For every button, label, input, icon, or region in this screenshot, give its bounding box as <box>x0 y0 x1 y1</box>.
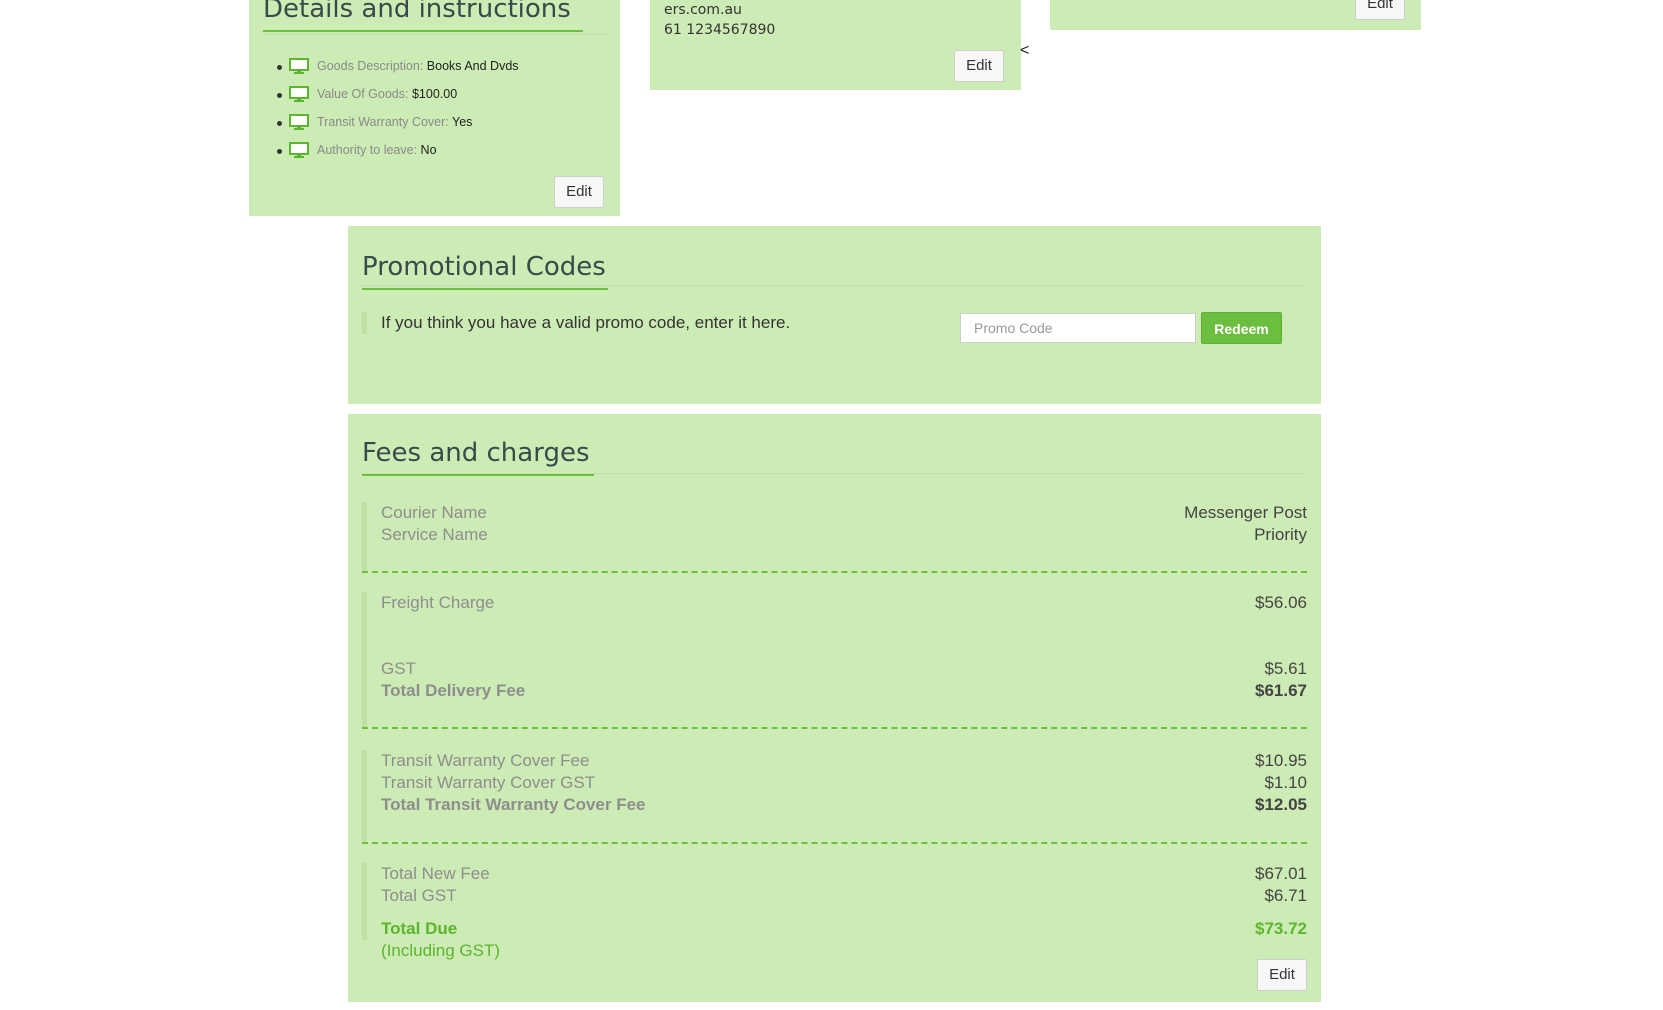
detail-value: Yes <box>452 115 473 129</box>
freight-row: Freight Charge $56.06 <box>381 592 1307 614</box>
bullet <box>277 149 282 154</box>
total-delivery-value: $61.67 <box>1255 681 1307 700</box>
right-panel: Edit <box>1050 0 1421 30</box>
total-due-label: Total Due <box>381 919 458 938</box>
warranty-gst-label: Transit Warranty Cover GST <box>381 773 596 792</box>
list-item: Transit Warranty Cover: Yes <box>277 112 519 140</box>
detail-label: Transit Warranty Cover: <box>317 115 449 129</box>
gst-row: GST $5.61 <box>381 658 1307 680</box>
address-edit-button[interactable]: Edit <box>954 50 1004 82</box>
total-due-row: Total Due $73.72 <box>381 918 1307 940</box>
list-item: Authority to leave: No <box>277 140 519 168</box>
monitor-icon <box>289 114 309 130</box>
service-value: Priority <box>1254 525 1307 544</box>
total-delivery-label: Total Delivery Fee <box>381 681 526 700</box>
fees-divider <box>362 473 1307 474</box>
total-due-value: $73.72 <box>1255 919 1307 938</box>
service-label: Service Name <box>381 525 488 544</box>
dashed-divider <box>362 727 1307 729</box>
promo-panel: Promotional Codes If you think you have … <box>348 226 1321 404</box>
list-item: Value Of Goods: $100.00 <box>277 84 519 112</box>
details-list: Goods Description: Books And Dvds Value … <box>277 56 519 168</box>
courier-group: Courier Name Messenger Post Service Name… <box>362 502 1307 572</box>
fees-title: Fees and charges <box>362 438 594 476</box>
right-edit-button[interactable]: Edit <box>1355 0 1405 20</box>
monitor-icon <box>289 58 309 74</box>
bullet <box>277 121 282 126</box>
phone-text: 61 1234567890 <box>664 22 776 38</box>
detail-label: Goods Description: <box>317 59 424 73</box>
total-new-value: $67.01 <box>1255 864 1307 883</box>
total-delivery-row: Total Delivery Fee $61.67 <box>381 680 1307 702</box>
warranty-group: Transit Warranty Cover Fee $10.95 Transi… <box>362 750 1307 843</box>
warranty-fee-row: Transit Warranty Cover Fee $10.95 <box>381 750 1307 772</box>
detail-label: Authority to leave: <box>317 143 418 157</box>
gst-label: GST <box>381 659 416 678</box>
details-edit-button[interactable]: Edit <box>554 176 604 208</box>
delivery-group: Freight Charge $56.06 GST $5.61 Total De… <box>362 592 1307 728</box>
monitor-icon <box>289 142 309 158</box>
warranty-total-label: Total Transit Warranty Cover Fee <box>381 795 646 814</box>
totals-group: Total New Fee $67.01 Total GST $6.71 Tot… <box>362 863 1307 940</box>
courier-row: Courier Name Messenger Post <box>381 502 1307 524</box>
freight-value: $56.06 <box>1255 593 1307 612</box>
promo-divider <box>362 285 1307 286</box>
total-gst-value: $6.71 <box>1264 886 1307 905</box>
bullet <box>277 65 282 70</box>
gst-value: $5.61 <box>1264 659 1307 678</box>
collapse-toggle[interactable]: < <box>1020 42 1029 60</box>
detail-value: No <box>420 143 437 157</box>
bullet <box>277 93 282 98</box>
redeem-button[interactable]: Redeem <box>1201 312 1282 344</box>
promo-code-input[interactable] <box>960 313 1196 343</box>
total-gst-label: Total GST <box>381 886 457 905</box>
detail-value: $100.00 <box>411 87 458 101</box>
details-title: Details and instructions <box>263 0 583 32</box>
total-new-row: Total New Fee $67.01 <box>381 863 1307 885</box>
details-panel: Details and instructions Goods Descripti… <box>249 0 620 216</box>
detail-value: Books And Dvds <box>426 59 519 73</box>
warranty-total-value: $12.05 <box>1255 795 1307 814</box>
total-gst-row: Total GST $6.71 <box>381 885 1307 907</box>
including-gst-note: (Including GST) <box>381 941 501 960</box>
warranty-total-row: Total Transit Warranty Cover Fee $12.05 <box>381 794 1307 816</box>
service-row: Service Name Priority <box>381 524 1307 546</box>
promo-hint: If you think you have a valid promo code… <box>362 312 790 334</box>
fees-panel: Fees and charges Courier Name Messenger … <box>348 414 1321 1002</box>
courier-value: Messenger Post <box>1184 503 1307 522</box>
freight-label: Freight Charge <box>381 593 495 612</box>
warranty-fee-label: Transit Warranty Cover Fee <box>381 751 590 770</box>
warranty-fee-value: $10.95 <box>1255 751 1307 770</box>
dashed-divider <box>362 842 1307 844</box>
list-item: Goods Description: Books And Dvds <box>277 56 519 84</box>
fees-edit-button[interactable]: Edit <box>1257 959 1307 991</box>
warranty-gst-value: $1.10 <box>1264 773 1307 792</box>
warranty-gst-row: Transit Warranty Cover GST $1.10 <box>381 772 1307 794</box>
dashed-divider <box>362 571 1307 573</box>
monitor-icon <box>289 86 309 102</box>
address-panel: ers.com.au 61 1234567890 Edit <box>650 0 1021 90</box>
detail-label: Value Of Goods: <box>317 87 409 101</box>
courier-label: Courier Name <box>381 503 487 522</box>
email-text: ers.com.au <box>664 2 742 18</box>
total-new-label: Total New Fee <box>381 864 490 883</box>
details-divider <box>263 34 606 35</box>
